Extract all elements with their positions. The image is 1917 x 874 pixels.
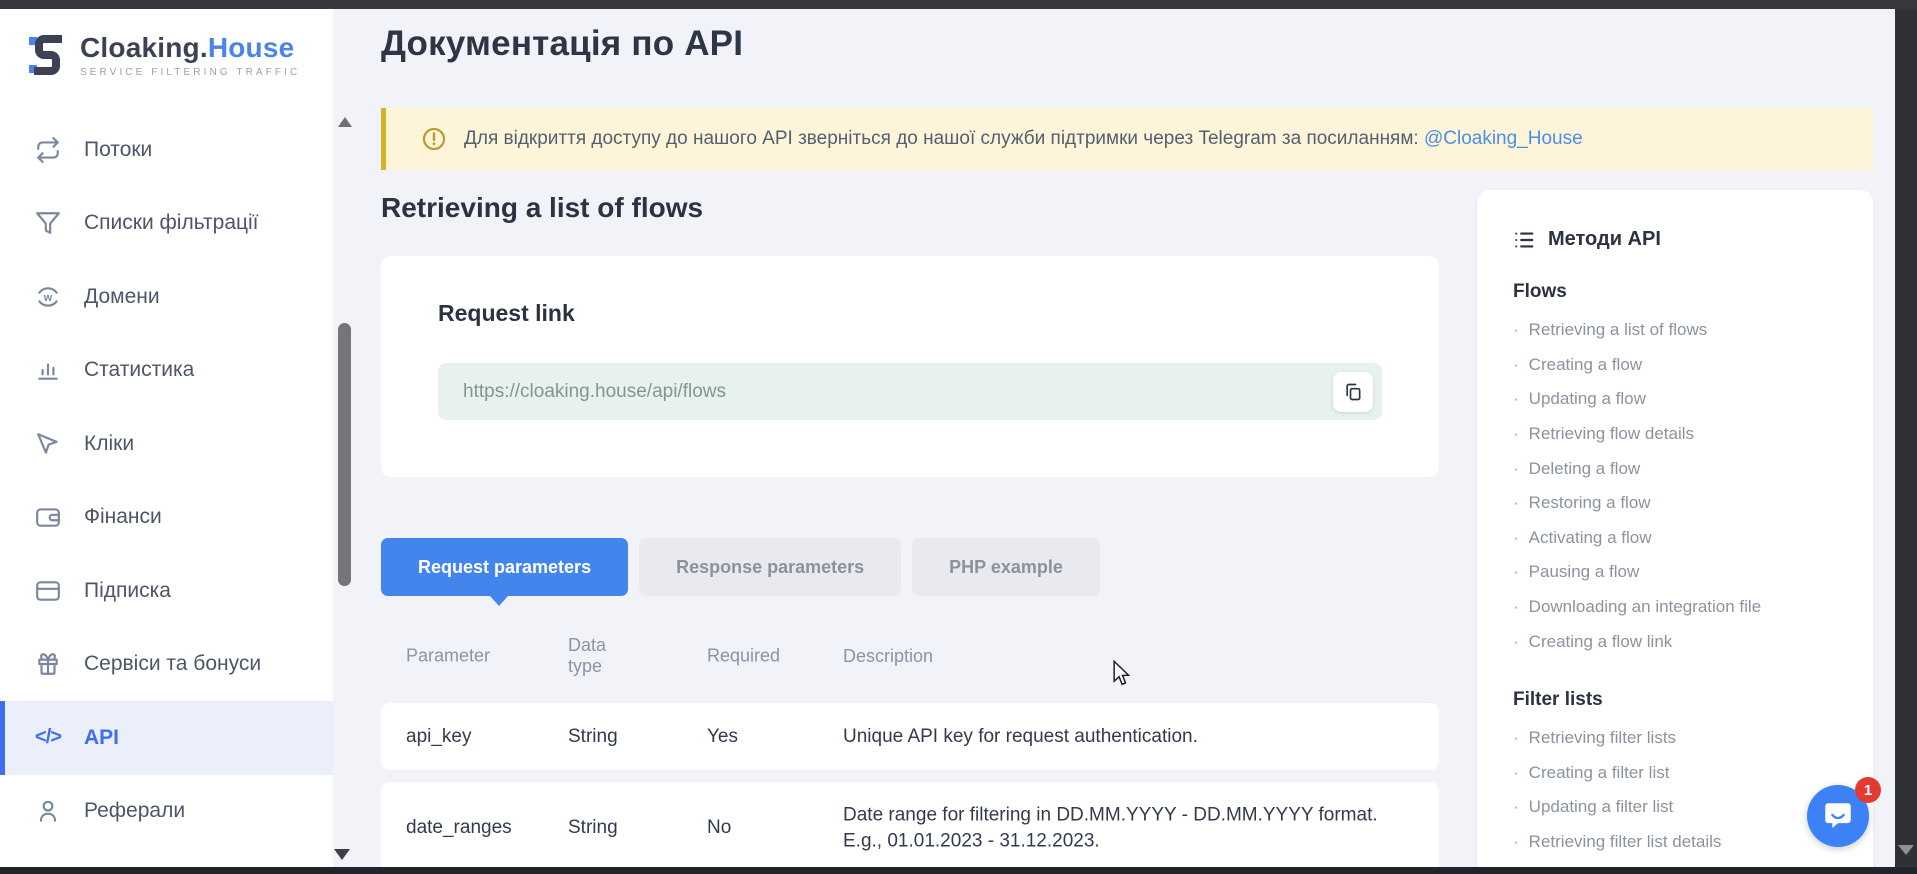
bar-chart-icon [34,356,62,384]
bottom-window-strip [0,867,1917,874]
logo[interactable]: Cloaking.House SERVICE FILTERING TRAFFIC [26,31,300,79]
list-icon [1513,229,1535,251]
filter-icon [34,209,62,237]
method-link[interactable]: ·Downloading an integration file [1513,590,1843,625]
scroll-down-arrow-icon[interactable] [1898,845,1914,855]
method-link[interactable]: ·Creating a flow [1513,348,1843,383]
chat-bubble-icon [1821,799,1855,833]
sidebar-item-label: Сервіси та бонуси [84,652,261,676]
sidebar-item-label: Фінанси [84,505,162,529]
cell-parameter: api_key [406,726,556,748]
cell-required: No [707,817,827,839]
tab-response-parameters[interactable]: Response parameters [639,538,901,596]
sidebar-nav: Потоки Списки фільтрації w Домени Статис… [0,113,333,848]
column-header-parameter: Parameter [406,645,556,666]
cell-description: Unique API key for request authenticatio… [843,724,1403,750]
sidebar-scrollbar-thumb[interactable] [338,323,351,586]
sidebar-scroll-up-icon[interactable] [338,117,352,127]
telegram-link[interactable]: @Cloaking_House [1424,128,1583,149]
request-url-input[interactable] [438,381,1333,403]
sidebar-item-label: Реферали [84,799,185,823]
person-icon [34,797,62,825]
sidebar-item-domains[interactable]: w Домени [0,260,333,334]
request-url-field-wrap [438,363,1382,420]
section-title: Retrieving a list of flows [381,192,703,224]
tab-php-example[interactable]: PHP example [912,538,1100,596]
request-link-card: Request link [381,256,1439,477]
sidebar: Cloaking.House SERVICE FILTERING TRAFFIC… [0,9,333,867]
sidebar-item-api[interactable]: </> API [0,701,333,775]
method-link[interactable]: ·Pausing a flow [1513,555,1843,590]
svg-text:w: w [43,292,53,304]
sidebar-item-label: Списки фільтрації [84,211,259,235]
method-link[interactable]: ·Retrieving a list of flows [1513,313,1843,348]
method-link[interactable]: ·Creating a filter list [1513,756,1843,791]
logo-icon [26,31,68,79]
logo-subtitle: SERVICE FILTERING TRAFFIC [80,67,300,78]
sidebar-item-filter-lists[interactable]: Списки фільтрації [0,187,333,261]
cell-description: Date range for filtering in DD.MM.YYYY -… [843,802,1403,853]
warning-icon [422,127,446,151]
sidebar-item-clicks[interactable]: Кліки [0,407,333,481]
tab-request-parameters[interactable]: Request parameters [381,538,628,596]
sidebar-item-label: Кліки [84,432,134,456]
sidebar-item-label: Підписка [84,579,171,603]
sidebar-item-services[interactable]: Сервіси та бонуси [0,628,333,702]
method-link[interactable]: ·Creating a flow link [1513,624,1843,659]
info-banner: Для відкриття доступу до нашого API звер… [381,108,1873,170]
chat-unread-badge: 1 [1855,777,1881,803]
cell-parameter: date_ranges [406,817,556,839]
globe-icon: w [34,283,62,311]
table-row: date_ranges String No Date range for fil… [381,782,1439,874]
top-window-strip [0,0,1917,9]
wallet-icon [34,503,62,531]
table-header: Parameter Data type Required Description [381,617,1439,694]
copy-button[interactable] [1333,372,1373,412]
method-link[interactable]: ·Retrieving filter lists [1513,721,1843,756]
methods-section-flows: Flows [1513,281,1843,303]
sidebar-item-finance[interactable]: Фінанси [0,481,333,555]
methods-panel-title: Методи API [1513,228,1843,251]
column-header-description: Description [843,643,1403,667]
table-row: api_key String Yes Unique API key for re… [381,703,1439,770]
sidebar-item-label: Статистика [84,358,194,382]
method-link[interactable]: ·Deleting a flow [1513,451,1843,486]
method-link[interactable]: ·Updating a filter list [1513,790,1843,825]
sidebar-item-referrals[interactable]: Реферали [0,775,333,849]
logo-text: Cloaking.House [80,32,300,64]
sidebar-item-label: Потоки [84,138,152,162]
method-link[interactable]: ·Retrieving filter list details [1513,825,1843,860]
flows-icon [34,136,62,164]
column-header-required: Required [707,645,827,666]
method-link[interactable]: ·Retrieving flow details [1513,417,1843,452]
method-link[interactable]: ·Updating a flow [1513,382,1843,417]
sidebar-item-flows[interactable]: Потоки [0,113,333,187]
cell-data-type: String [568,817,688,839]
methods-section-filter-lists: Filter lists [1513,689,1843,711]
api-methods-panel: Методи API Flows ·Retrieving a list of f… [1477,190,1873,874]
request-link-title: Request link [438,300,575,327]
method-link[interactable]: ·Activating a flow [1513,521,1843,556]
right-scrollbar-track[interactable] [1895,0,1917,874]
sidebar-item-label: Домени [84,285,160,309]
page-title: Документація по API [381,24,743,64]
sidebar-item-statistics[interactable]: Статистика [0,334,333,408]
cell-required: Yes [707,726,827,748]
sidebar-scroll-down-icon[interactable] [334,849,350,860]
parameter-tabs: Request parameters Response parameters P… [381,538,1100,596]
code-icon: </> [34,724,62,752]
cell-data-type: String [568,726,688,748]
sidebar-item-label: API [84,726,119,750]
method-link[interactable]: ·Restoring a flow [1513,486,1843,521]
cursor-icon [34,430,62,458]
column-header-data-type: Data type [568,635,640,677]
gift-icon [34,650,62,678]
banner-text: Для відкриття доступу до нашого API звер… [464,128,1583,150]
sidebar-item-subscription[interactable]: Підписка [0,554,333,628]
copy-icon [1343,382,1363,402]
card-icon [34,577,62,605]
